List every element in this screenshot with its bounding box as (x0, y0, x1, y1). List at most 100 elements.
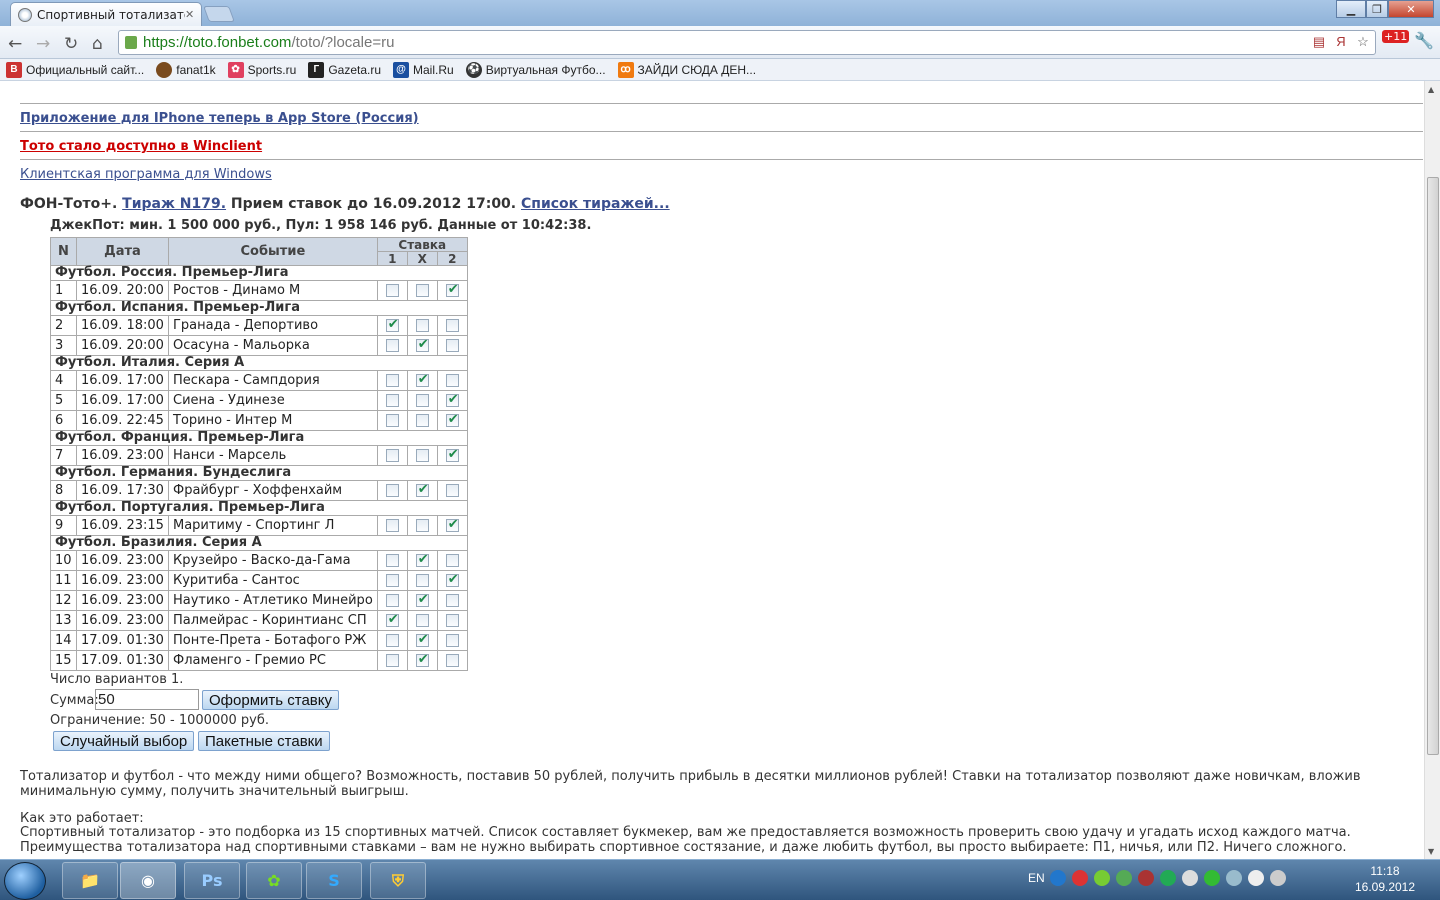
outcome-checkbox-1[interactable] (385, 554, 399, 567)
close-tab-icon[interactable]: ✕ (185, 8, 201, 21)
tray-icon[interactable] (1050, 870, 1066, 886)
tray-icon[interactable] (1160, 870, 1176, 886)
outcome-checkbox-x[interactable] (415, 592, 429, 607)
outcome-checkbox-2[interactable] (445, 554, 459, 567)
outcome-checkbox-1[interactable] (385, 374, 399, 387)
tray-icon[interactable] (1182, 870, 1198, 886)
outcome-checkbox-2[interactable] (445, 517, 459, 532)
language-indicator[interactable]: EN (1028, 871, 1045, 885)
outcome-checkbox-2[interactable] (445, 634, 459, 647)
bookmark-item[interactable]: fanat1k (156, 61, 216, 78)
tray-icon[interactable] (1072, 870, 1088, 886)
outcome-checkbox-2[interactable] (445, 319, 459, 332)
page-icon[interactable]: ▤ (1311, 34, 1327, 50)
bookmark-item[interactable]: @ Mail.Ru (393, 61, 454, 78)
sum-input[interactable]: 50 (95, 689, 199, 710)
clock[interactable]: 11:18 16.09.2012 (1350, 863, 1420, 895)
submit-bet-button[interactable]: Оформить ставку (202, 690, 339, 710)
home-icon[interactable]: ⌂ (92, 34, 103, 54)
tray-icon[interactable] (1226, 870, 1242, 886)
outcome-checkbox-1[interactable] (385, 654, 399, 667)
outcome-checkbox-2[interactable] (445, 392, 459, 407)
outcome-checkbox-x[interactable] (415, 652, 429, 667)
draw-link[interactable]: Тираж N179. (122, 196, 226, 212)
photoshop-icon[interactable]: Ps (184, 862, 240, 899)
outcome-checkbox-2[interactable] (445, 594, 459, 607)
draw-list-link[interactable]: Список тиражей... (521, 196, 670, 212)
outcome-checkbox-x[interactable] (415, 337, 429, 352)
reload-icon[interactable]: ↻ (64, 34, 78, 54)
outcome-checkbox-x[interactable] (415, 449, 429, 462)
outcome-checkbox-2[interactable] (445, 447, 459, 462)
volume-icon[interactable] (1270, 870, 1286, 886)
windows-client-link[interactable]: Клиентская программа для Windows (20, 167, 272, 182)
outcome-checkbox-x[interactable] (415, 632, 429, 647)
minimize-button[interactable]: ▁ (1336, 0, 1366, 18)
wrench-icon[interactable]: 🔧 (1414, 31, 1434, 50)
outcome-checkbox-1[interactable] (385, 284, 399, 297)
bookmark-item[interactable]: ✿ Sports.ru (227, 61, 296, 78)
outcome-checkbox-x[interactable] (415, 394, 429, 407)
security-shield-icon[interactable]: ⛨ (370, 862, 426, 899)
outcome-checkbox-2[interactable] (445, 412, 459, 427)
outcome-checkbox-1[interactable] (385, 394, 399, 407)
outcome-checkbox-1[interactable] (385, 519, 399, 532)
flag-icon[interactable] (1248, 870, 1264, 886)
outcome-checkbox-2[interactable] (445, 614, 459, 627)
notification-badge[interactable]: +11 (1382, 30, 1410, 43)
outcome-checkbox-1[interactable] (385, 317, 399, 332)
outcome-checkbox-1[interactable] (385, 339, 399, 352)
outcome-checkbox-1[interactable] (385, 484, 399, 497)
maximize-button[interactable]: ❐ (1366, 0, 1388, 18)
outcome-checkbox-x[interactable] (415, 519, 429, 532)
scroll-thumb[interactable] (1427, 177, 1439, 755)
outcome-checkbox-1[interactable] (385, 594, 399, 607)
tray-icon[interactable] (1116, 870, 1132, 886)
address-bar[interactable]: https://toto.fonbet.com/toto/?locale=ru … (118, 30, 1376, 55)
close-window-button[interactable]: ✕ (1388, 0, 1434, 18)
outcome-checkbox-x[interactable] (415, 574, 429, 587)
tray-icon[interactable] (1138, 870, 1154, 886)
packet-bets-button[interactable]: Пакетные ставки (198, 731, 330, 751)
outcome-checkbox-1[interactable] (385, 449, 399, 462)
outcome-checkbox-2[interactable] (445, 282, 459, 297)
bookmark-item[interactable]: Г Gazeta.ru (308, 61, 381, 78)
random-pick-button[interactable]: Случайный выбор (53, 731, 195, 751)
chrome-icon[interactable]: ◉ (120, 862, 176, 899)
outcome-checkbox-2[interactable] (445, 484, 459, 497)
outcome-checkbox-1[interactable] (385, 414, 399, 427)
page-scrollbar[interactable]: ▲ ▼ (1424, 81, 1440, 859)
bookmark-item[interactable]: B Официальный сайт... (6, 61, 144, 78)
scroll-down-icon[interactable]: ▼ (1428, 847, 1434, 856)
explorer-icon[interactable]: 📁 (62, 862, 118, 899)
outcome-checkbox-x[interactable] (415, 614, 429, 627)
outcome-checkbox-x[interactable] (415, 414, 429, 427)
outcome-checkbox-1[interactable] (385, 574, 399, 587)
bookmark-item[interactable]: ⚽ Виртуальная Футбо... (465, 61, 606, 78)
iphone-app-link[interactable]: Приложение для IPhone теперь в App Store… (20, 111, 419, 126)
outcome-checkbox-x[interactable] (415, 284, 429, 297)
start-button[interactable] (4, 862, 46, 900)
back-arrow-icon[interactable]: ← (8, 34, 22, 54)
tray-icon[interactable] (1094, 870, 1110, 886)
outcome-checkbox-1[interactable] (385, 634, 399, 647)
outcome-checkbox-2[interactable] (445, 572, 459, 587)
winclient-link[interactable]: Тото стало доступно в Winclient (20, 139, 262, 154)
new-tab-button[interactable] (203, 6, 235, 22)
outcome-checkbox-x[interactable] (415, 372, 429, 387)
yandex-icon[interactable]: Я (1333, 34, 1349, 50)
outcome-checkbox-2[interactable] (445, 374, 459, 387)
outcome-checkbox-x[interactable] (415, 482, 429, 497)
star-icon[interactable]: ☆ (1355, 34, 1371, 50)
outcome-checkbox-x[interactable] (415, 552, 429, 567)
forward-arrow-icon[interactable]: → (36, 34, 50, 54)
outcome-checkbox-2[interactable] (445, 339, 459, 352)
skype-icon[interactable]: S (306, 862, 362, 899)
bookmark-item[interactable]: ꝏ ЗАЙДИ СЮДА ДЕН... (617, 61, 756, 78)
outcome-checkbox-x[interactable] (415, 319, 429, 332)
tray-icon[interactable] (1204, 870, 1220, 886)
scroll-up-icon[interactable]: ▲ (1428, 85, 1434, 94)
outcome-checkbox-1[interactable] (385, 612, 399, 627)
outcome-checkbox-2[interactable] (445, 654, 459, 667)
icq-icon[interactable]: ✿ (246, 862, 302, 899)
